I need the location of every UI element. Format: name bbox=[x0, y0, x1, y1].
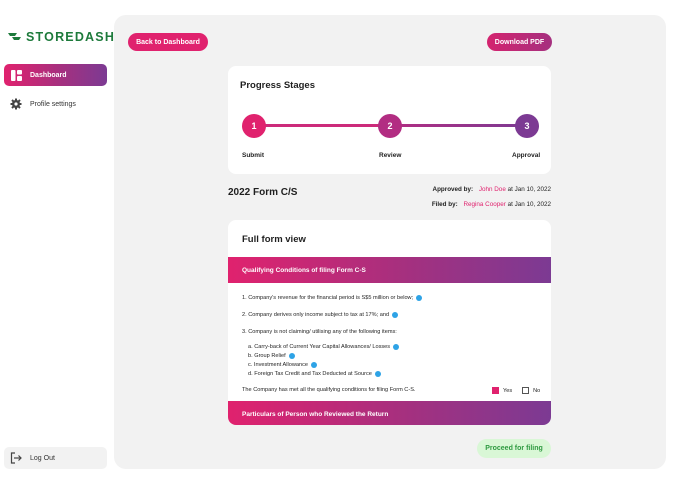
sub-item-text: d. Foreign Tax Credit and Tax Deducted a… bbox=[248, 371, 372, 377]
section-qualifying-conditions-header[interactable]: Qualifying Conditions of filing Form C-S bbox=[228, 257, 551, 283]
logout-icon bbox=[10, 452, 22, 464]
brand-logo[interactable]: STOREDASH bbox=[8, 30, 115, 44]
sub-item-c: c. Investment Allowance bbox=[248, 362, 318, 368]
full-form-title: Full form view bbox=[242, 234, 306, 245]
step-2-circle[interactable]: 2 bbox=[378, 114, 402, 138]
condition-1: 1. Company's revenue for the financial p… bbox=[242, 295, 423, 301]
statement-text: The Company has met all the qualifying c… bbox=[242, 387, 416, 393]
sidebar-item-label: Profile settings bbox=[30, 100, 76, 108]
info-icon[interactable] bbox=[311, 362, 318, 368]
progress-track-1 bbox=[252, 124, 390, 127]
approved-by-label: Approved by: bbox=[432, 186, 474, 193]
storedash-logo-icon bbox=[8, 33, 21, 40]
step-3-circle[interactable]: 3 bbox=[515, 114, 539, 138]
sidebar-item-dashboard[interactable]: Dashboard bbox=[4, 64, 107, 86]
yes-label: Yes bbox=[503, 387, 513, 394]
condition-2: 2. Company derives only income subject t… bbox=[242, 312, 399, 318]
sidebar-item-label: Dashboard bbox=[30, 71, 67, 79]
qualifying-statement: The Company has met all the qualifying c… bbox=[242, 387, 415, 393]
no-checkbox[interactable] bbox=[522, 387, 530, 394]
qualifying-choice: Yes No bbox=[492, 387, 540, 394]
condition-3: 3. Company is not claiming/ utilising an… bbox=[242, 329, 397, 335]
step-1-circle[interactable]: 1 bbox=[242, 114, 266, 138]
progress-track-2 bbox=[390, 124, 528, 127]
info-icon[interactable] bbox=[392, 312, 399, 318]
gear-icon bbox=[10, 98, 22, 110]
condition-text: 3. Company is not claiming/ utilising an… bbox=[242, 329, 397, 335]
brand-name: STOREDASH bbox=[26, 30, 116, 44]
sidebar-item-profile-settings[interactable]: Profile settings bbox=[4, 93, 107, 115]
filer-name[interactable]: Regina Cooper bbox=[463, 201, 505, 208]
proceed-for-filing-button[interactable]: Proceed for filing bbox=[477, 439, 551, 458]
sub-item-a: a. Carry-back of Current Year Capital Al… bbox=[248, 344, 400, 350]
condition-text: 2. Company derives only income subject t… bbox=[242, 312, 390, 318]
dashboard-icon bbox=[10, 69, 22, 81]
approved-by-line: Approved by: John Doe at Jan 10, 2022 bbox=[433, 186, 551, 193]
condition-text: 1. Company's revenue for the financial p… bbox=[242, 295, 414, 301]
sidebar: STOREDASH Dashboard Profile settings Log… bbox=[0, 0, 115, 486]
form-title: 2022 Form C/S bbox=[228, 187, 298, 198]
sub-item-b: b. Group Relief bbox=[248, 353, 295, 359]
step-2-label: Review bbox=[379, 152, 402, 159]
download-pdf-button[interactable]: Download PDF bbox=[487, 33, 552, 51]
no-label: No bbox=[533, 387, 541, 394]
yes-checkbox[interactable] bbox=[492, 387, 499, 394]
filed-by-label: Filed by: bbox=[431, 201, 458, 208]
full-form-card: Full form view Qualifying Conditions of … bbox=[228, 220, 551, 425]
sub-item-text: a. Carry-back of Current Year Capital Al… bbox=[248, 344, 391, 350]
logout-button[interactable]: Log Out bbox=[4, 447, 107, 469]
info-icon[interactable] bbox=[374, 371, 381, 377]
sub-item-text: c. Investment Allowance bbox=[248, 362, 309, 368]
approved-date: at Jan 10, 2022 bbox=[507, 186, 551, 193]
filed-by-line: Filed by: Regina Cooper at Jan 10, 2022 bbox=[432, 201, 551, 208]
step-3-label: Approval bbox=[512, 152, 541, 159]
app-root: STOREDASH Dashboard Profile settings Log… bbox=[0, 0, 680, 486]
sub-item-text: b. Group Relief bbox=[248, 353, 286, 359]
step-1-label: Submit bbox=[242, 152, 265, 159]
section-reviewer-particulars-header[interactable]: Particulars of Person who Reviewed the R… bbox=[228, 401, 551, 425]
info-icon[interactable] bbox=[288, 353, 295, 359]
progress-card: Progress Stages 1 2 3 Submit Review Appr… bbox=[228, 66, 551, 174]
back-to-dashboard-button[interactable]: Back to Dashboard bbox=[128, 33, 208, 51]
sub-item-d: d. Foreign Tax Credit and Tax Deducted a… bbox=[248, 371, 381, 377]
progress-title: Progress Stages bbox=[240, 80, 315, 91]
approver-name[interactable]: John Doe bbox=[479, 186, 506, 193]
info-icon[interactable] bbox=[393, 344, 400, 350]
info-icon[interactable] bbox=[416, 295, 423, 301]
logout-label: Log Out bbox=[30, 454, 55, 462]
filed-date: at Jan 10, 2022 bbox=[507, 201, 551, 208]
main-panel: Back to Dashboard Download PDF Progress … bbox=[114, 15, 666, 469]
